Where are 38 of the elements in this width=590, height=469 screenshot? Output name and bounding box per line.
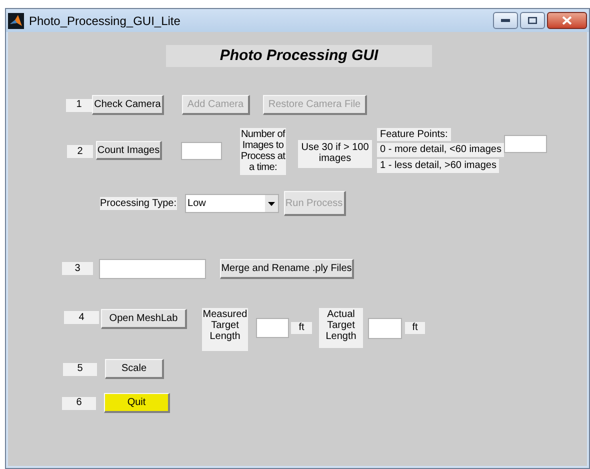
step-number: 3 xyxy=(62,262,93,275)
app-icon xyxy=(8,12,24,28)
restore-icon xyxy=(528,17,537,24)
dropdown[interactable]: Low xyxy=(184,194,279,213)
button[interactable]: Scale xyxy=(105,359,164,379)
label: Number of Images to Process at a time: xyxy=(240,128,286,175)
label: ft xyxy=(405,322,425,334)
input-field[interactable] xyxy=(504,135,547,153)
close-icon xyxy=(562,16,572,25)
close-button[interactable] xyxy=(547,12,587,29)
step-number: 1 xyxy=(66,98,92,112)
maximize-button[interactable] xyxy=(520,12,545,29)
label: 1 - less detail, >60 images xyxy=(377,159,500,173)
label: Feature Points: xyxy=(377,128,451,141)
button[interactable]: Count Images xyxy=(96,141,162,160)
input-field[interactable] xyxy=(368,318,402,339)
label: Use 30 if > 100 images xyxy=(298,140,372,168)
heading: Photo Processing GUI xyxy=(166,45,432,67)
button[interactable]: Quit xyxy=(104,393,170,413)
input-field[interactable] xyxy=(256,318,289,338)
minimize-button[interactable] xyxy=(493,12,518,29)
input-field[interactable] xyxy=(181,142,222,160)
window-title: Photo_Processing_GUI_Lite xyxy=(29,12,180,30)
button[interactable]: Check Camera xyxy=(92,95,164,115)
label: 0 - more detail, <60 images xyxy=(377,143,504,157)
label: Actual Target Length xyxy=(319,308,363,348)
step-number: 5 xyxy=(63,362,97,376)
label: Processing Type: xyxy=(100,197,177,210)
label: ft xyxy=(291,322,312,334)
step-number: 6 xyxy=(62,396,96,410)
button[interactable]: Merge and Rename .ply Files xyxy=(220,258,354,278)
label: Measured Target Length xyxy=(202,308,248,351)
input-field[interactable] xyxy=(99,258,206,278)
caret-icon xyxy=(268,202,275,206)
step-number: 4 xyxy=(64,311,99,324)
step-number: 2 xyxy=(67,145,93,158)
minimize-icon xyxy=(501,19,510,22)
button[interactable]: Open MeshLab xyxy=(101,309,187,329)
